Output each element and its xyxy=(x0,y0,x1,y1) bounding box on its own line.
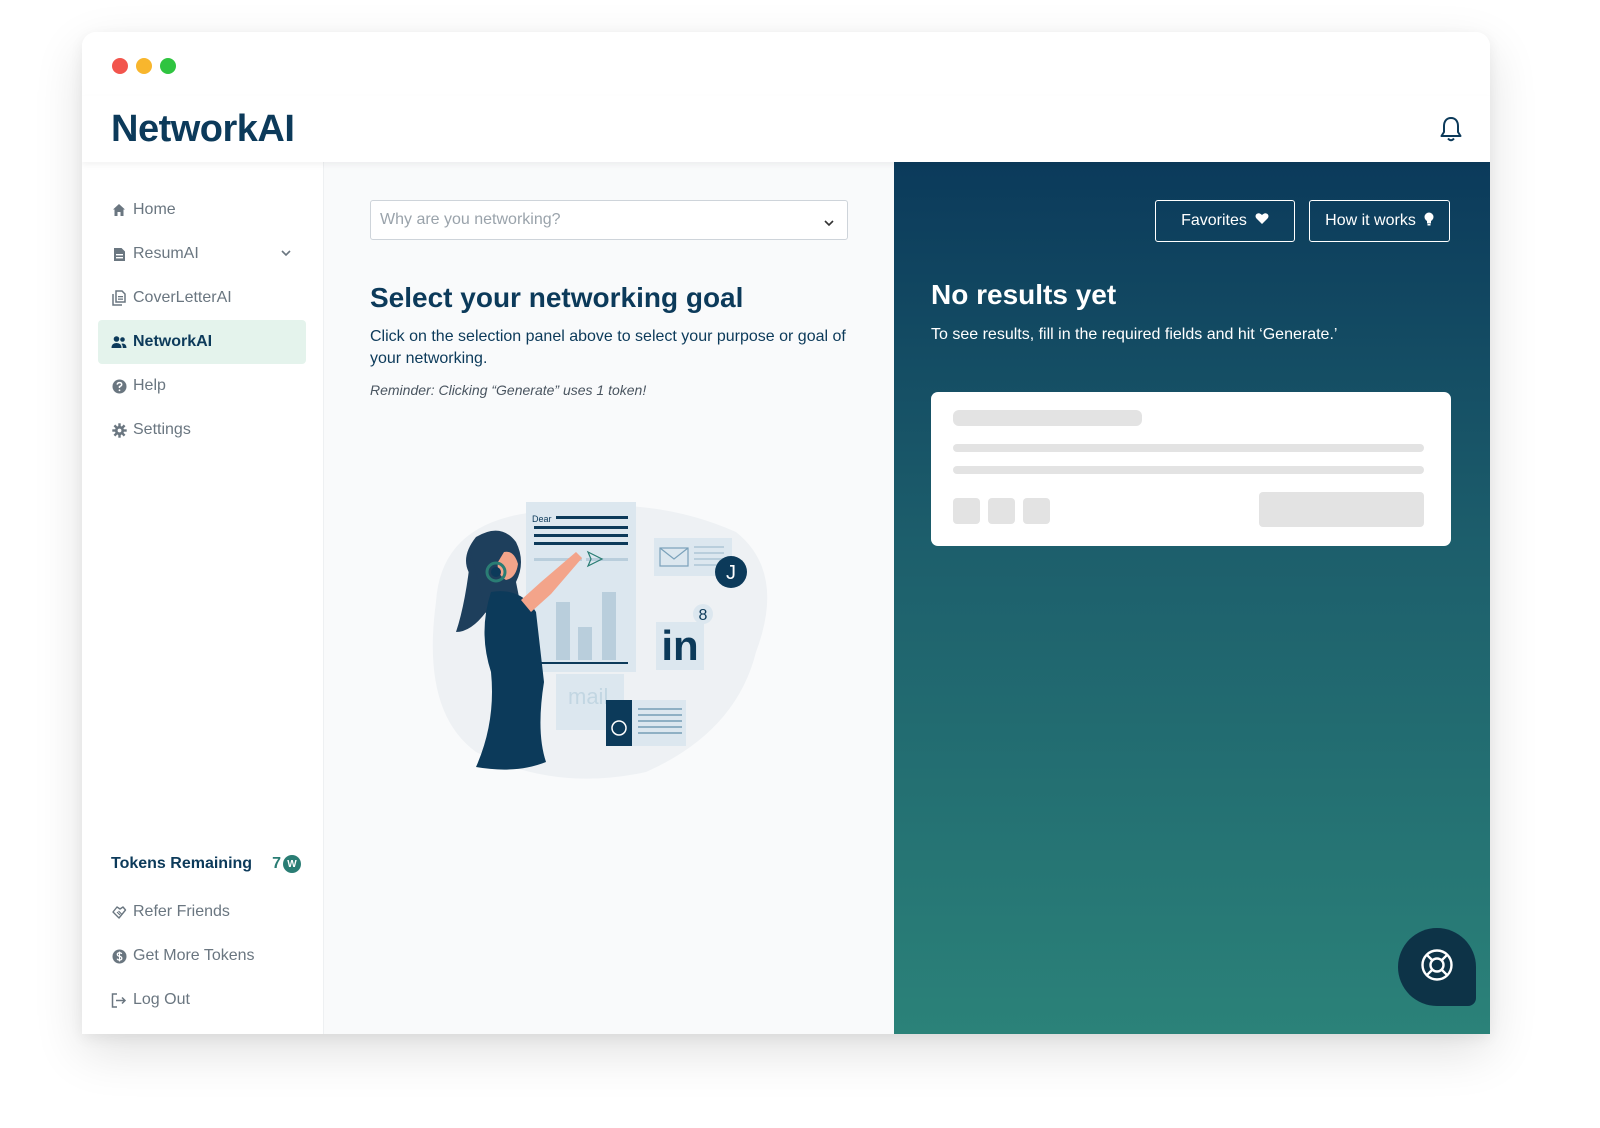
select-placeholder: Why are you networking? xyxy=(380,211,561,228)
token-coin-icon: W xyxy=(283,855,301,873)
linkedin-text: in xyxy=(661,622,698,669)
sidebar-item-label: NetworkAI xyxy=(133,333,213,350)
skeleton-icon-placeholder xyxy=(1023,498,1050,524)
dollar-coin-icon xyxy=(111,948,127,964)
results-title: No results yet xyxy=(931,279,1117,310)
skeleton-icon-placeholder xyxy=(953,498,980,524)
networking-purpose-select[interactable]: Why are you networking? xyxy=(370,200,848,240)
tokens-remaining: Tokens Remaining 7 W xyxy=(111,855,301,879)
sidebar-item-label: Log Out xyxy=(133,991,190,1008)
minimize-window-button[interactable] xyxy=(136,58,152,74)
skeleton-line xyxy=(953,466,1424,474)
sidebar-item-help[interactable]: Help xyxy=(98,364,306,408)
file-stack-icon xyxy=(111,290,127,306)
lightbulb-icon xyxy=(1424,212,1434,231)
sidebar-item-label: Refer Friends xyxy=(133,903,230,920)
how-it-works-button[interactable]: How it works xyxy=(1309,200,1450,242)
sidebar-item-log-out[interactable]: Log Out xyxy=(98,978,306,1022)
main-panel: Why are you networking? Select your netw… xyxy=(324,162,894,1034)
bell-icon[interactable] xyxy=(1436,114,1466,144)
sidebar-item-label: Help xyxy=(133,377,166,394)
home-icon xyxy=(111,202,127,218)
skeleton-icon-placeholder xyxy=(988,498,1015,524)
sidebar: Home ResumAI CoverLetterAI NetworkAI Hel… xyxy=(82,162,324,1034)
results-description: To see results, fill in the required fie… xyxy=(931,326,1338,343)
handshake-icon xyxy=(111,904,127,920)
sidebar-item-label: Settings xyxy=(133,421,191,438)
notification-count: 8 xyxy=(699,607,708,624)
help-chat-button[interactable] xyxy=(1398,928,1476,1006)
sidebar-item-settings[interactable]: Settings xyxy=(98,408,306,452)
sidebar-item-networkai[interactable]: NetworkAI xyxy=(98,320,306,364)
tokens-count: 7 xyxy=(272,855,281,872)
sidebar-item-label: CoverLetterAI xyxy=(133,289,232,306)
sidebar-item-label: Home xyxy=(133,201,176,218)
results-panel: Favorites How it works No results yet To… xyxy=(894,162,1490,1034)
sidebar-item-coverletterai[interactable]: CoverLetterAI xyxy=(98,276,306,320)
how-it-works-label: How it works xyxy=(1325,212,1416,229)
networking-illustration: Dear J in 8 mail xyxy=(432,502,768,779)
sidebar-item-resumai[interactable]: ResumAI xyxy=(98,232,306,276)
token-reminder: Reminder: Clicking “Generate” uses 1 tok… xyxy=(370,382,647,398)
gear-icon xyxy=(111,422,127,438)
skeleton-title-bar xyxy=(953,410,1142,426)
maximize-window-button[interactable] xyxy=(160,58,176,74)
chevron-down-icon xyxy=(823,215,835,233)
logout-icon xyxy=(111,992,127,1008)
goal-description: Click on the selection panel above to se… xyxy=(370,328,846,367)
skeleton-line xyxy=(953,444,1424,452)
avatar-letter: J xyxy=(726,562,736,584)
chevron-down-icon[interactable] xyxy=(280,246,292,264)
lifebuoy-icon xyxy=(1420,948,1454,987)
heart-icon xyxy=(1255,212,1269,230)
sidebar-item-home[interactable]: Home xyxy=(98,188,306,232)
app-header: NetworkAI xyxy=(82,96,1490,162)
favorites-button[interactable]: Favorites xyxy=(1155,200,1295,242)
favorites-label: Favorites xyxy=(1181,212,1247,229)
app-window: NetworkAI Home ResumAI CoverLetterAI Net… xyxy=(82,32,1490,1034)
mail-text: mail xyxy=(568,684,608,709)
window-titlebar xyxy=(82,32,1490,96)
letter-text: Dear xyxy=(532,514,552,524)
users-icon xyxy=(111,334,127,350)
sidebar-item-refer-friends[interactable]: Refer Friends xyxy=(98,890,306,934)
result-skeleton-card xyxy=(931,392,1451,546)
page-title: Select your networking goal xyxy=(370,282,744,313)
skeleton-button-placeholder xyxy=(1259,492,1424,527)
document-icon xyxy=(111,246,127,262)
sidebar-item-label: ResumAI xyxy=(133,245,199,262)
question-icon xyxy=(111,378,127,394)
tokens-label: Tokens Remaining xyxy=(111,855,253,872)
app-logo[interactable]: NetworkAI xyxy=(111,108,295,151)
sidebar-item-label: Get More Tokens xyxy=(133,947,255,964)
sidebar-item-get-more-tokens[interactable]: Get More Tokens xyxy=(98,934,306,978)
close-window-button[interactable] xyxy=(112,58,128,74)
